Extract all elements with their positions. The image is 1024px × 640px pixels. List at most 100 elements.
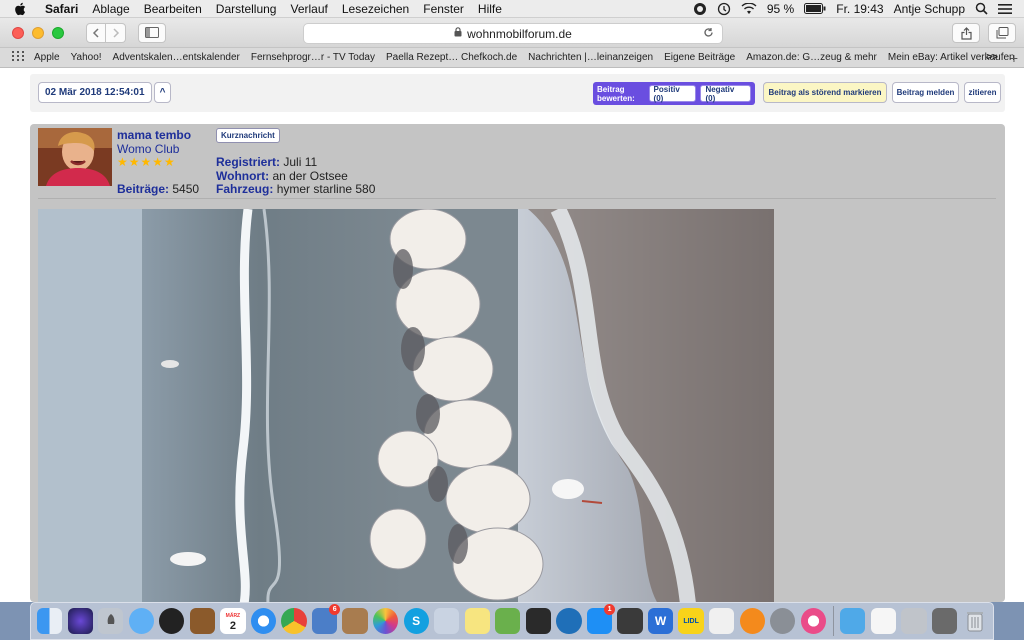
author-club: Womo Club: [117, 142, 180, 156]
launchpad-rocket-icon[interactable]: [98, 608, 124, 634]
menu-hilfe[interactable]: Hilfe: [471, 2, 509, 16]
stickies-icon[interactable]: [464, 608, 490, 634]
screenshots-stack-icon[interactable]: [931, 608, 958, 634]
rate-negative-button[interactable]: Negativ (0): [700, 85, 751, 103]
minimize-window-button[interactable]: [32, 26, 44, 39]
photos-icon[interactable]: [373, 608, 399, 634]
spotlight-search-icon[interactable]: [975, 2, 988, 15]
skype-icon[interactable]: S: [403, 608, 429, 634]
menu-verlauf[interactable]: Verlauf: [283, 2, 334, 16]
game-soldier-icon[interactable]: [617, 608, 643, 634]
menubar-clock[interactable]: Fr. 19:43: [836, 2, 883, 16]
time-machine-icon[interactable]: [717, 2, 731, 16]
bookmark-adventskalender[interactable]: Adventskalen…entskalender: [113, 52, 240, 63]
trash-icon[interactable]: [962, 608, 987, 634]
dashboard-gauge-icon[interactable]: [159, 608, 185, 634]
quicktime-icon[interactable]: [556, 608, 582, 634]
maps-app-icon[interactable]: [495, 608, 521, 634]
battery-percent: 95 %: [766, 1, 795, 16]
bookmark-chefkoch[interactable]: Paella Rezept… Chefkoch.de: [386, 52, 517, 63]
author-vehicle: Fahrzeug: hymer starline 580: [216, 182, 375, 196]
safari-compass-icon[interactable]: [250, 608, 277, 634]
fullscreen-window-button[interactable]: [52, 26, 64, 39]
menu-bar: Safari Ablage Bearbeiten Darstellung Ver…: [0, 0, 1024, 18]
messages-icon[interactable]: [128, 608, 154, 634]
lidl-icon[interactable]: LIDL: [678, 608, 704, 634]
registered-label: Registriert:: [216, 155, 281, 169]
notification-center-icon[interactable]: [998, 3, 1012, 15]
contacts-icon[interactable]: [342, 608, 368, 634]
top-sites-grid-icon[interactable]: [12, 51, 24, 64]
post-body: mama tembo Womo Club ★★★★★ Beiträge: 545…: [30, 124, 1005, 602]
address-bar[interactable]: wohnmobilforum.de: [303, 23, 723, 44]
downloads-stack-icon[interactable]: [901, 608, 927, 634]
apple-icon[interactable]: [14, 2, 28, 16]
preview-icon[interactable]: [434, 608, 460, 634]
document-stack-icon[interactable]: [870, 608, 896, 634]
ibooks-icon[interactable]: [739, 608, 765, 634]
sidebar-toggle-button[interactable]: [138, 22, 166, 43]
menu-ablage[interactable]: Ablage: [85, 2, 136, 16]
maps-badge: 6: [329, 604, 341, 615]
bookmark-yahoo[interactable]: Yahoo!: [71, 52, 102, 63]
system-preferences-icon[interactable]: [770, 608, 796, 634]
menu-darstellung[interactable]: Darstellung: [209, 2, 284, 16]
quote-button[interactable]: zitieren: [964, 82, 1001, 103]
wifi-icon[interactable]: [741, 2, 757, 15]
creative-cloud-icon[interactable]: [693, 2, 707, 16]
bookmark-apple[interactable]: Apple: [34, 52, 60, 63]
avatar[interactable]: [38, 128, 112, 186]
post-header: 02 Mär 2018 12:54:01 ^ Beitrag bewerten:…: [30, 74, 1005, 112]
menu-app-safari[interactable]: Safari: [38, 2, 85, 16]
post-divider: [38, 198, 996, 199]
itunes-icon[interactable]: [800, 608, 826, 634]
word-icon[interactable]: W: [647, 608, 674, 634]
app-store-icon[interactable]: 1: [586, 604, 616, 634]
menu-fenster[interactable]: Fenster: [416, 2, 471, 16]
back-button[interactable]: [86, 22, 106, 43]
scroll-up-button[interactable]: ^: [154, 82, 171, 103]
app-store-badge: 1: [604, 604, 616, 615]
author-name-link[interactable]: mama tembo: [117, 128, 191, 142]
dock-separator: [833, 606, 835, 636]
bookmark-tv-today[interactable]: Fernsehprogr…r - TV Today: [251, 52, 375, 63]
menu-lesezeichen[interactable]: Lesezeichen: [335, 2, 416, 16]
bookmark-eigene-beitraege[interactable]: Eigene Beiträge: [664, 52, 735, 63]
mark-disturbing-button[interactable]: Beitrag als störend markieren: [763, 82, 887, 103]
show-tabs-button[interactable]: [988, 23, 1016, 43]
image-capture-icon[interactable]: [525, 608, 551, 634]
calendar-icon[interactable]: MÄRZ 2: [220, 608, 246, 634]
post-date-link[interactable]: 02 Mär 2018 12:54:01: [38, 82, 152, 103]
url-text: wohnmobilforum.de: [467, 26, 572, 41]
battery-icon[interactable]: [804, 3, 826, 14]
bookmarks-overflow-button[interactable]: >>: [986, 52, 998, 63]
rate-positive-button[interactable]: Positiv (0): [648, 85, 697, 103]
menu-bearbeiten[interactable]: Bearbeiten: [137, 2, 209, 16]
finder-icon[interactable]: [37, 608, 63, 634]
author-registered: Registriert: Juli 11: [216, 155, 317, 169]
user-name[interactable]: Antje Schupp: [894, 2, 965, 16]
reload-icon[interactable]: [703, 27, 714, 41]
siri-icon[interactable]: [67, 608, 93, 634]
notes-book-icon[interactable]: [189, 608, 215, 634]
new-tab-plus-icon[interactable]: +: [1010, 50, 1018, 66]
forward-button[interactable]: [106, 22, 126, 43]
bookmark-nachrichten[interactable]: Nachrichten |…leinanzeigen: [528, 52, 653, 63]
report-post-button[interactable]: Beitrag melden: [892, 82, 959, 103]
close-window-button[interactable]: [12, 26, 24, 39]
mahjong-cards-icon[interactable]: [709, 608, 735, 634]
post-photo[interactable]: [38, 209, 774, 602]
chrome-icon[interactable]: [281, 608, 307, 634]
bookmark-amazon[interactable]: Amazon.de: G…zeug & mehr: [746, 52, 877, 63]
post-count-value: 5450: [172, 182, 200, 196]
share-button[interactable]: [952, 23, 980, 43]
lidl-label: LIDL: [683, 617, 699, 625]
word-letter: W: [654, 614, 667, 628]
browser-toolbar: wohnmobilforum.de: [0, 18, 1024, 48]
window-controls: [12, 26, 64, 39]
registered-value: Juli 11: [283, 155, 318, 169]
author-post-count: Beiträge: 5450: [117, 182, 199, 196]
applications-folder-icon[interactable]: [840, 608, 866, 634]
maps-icon[interactable]: 6: [311, 604, 341, 634]
short-message-button[interactable]: Kurznachricht: [216, 128, 280, 143]
